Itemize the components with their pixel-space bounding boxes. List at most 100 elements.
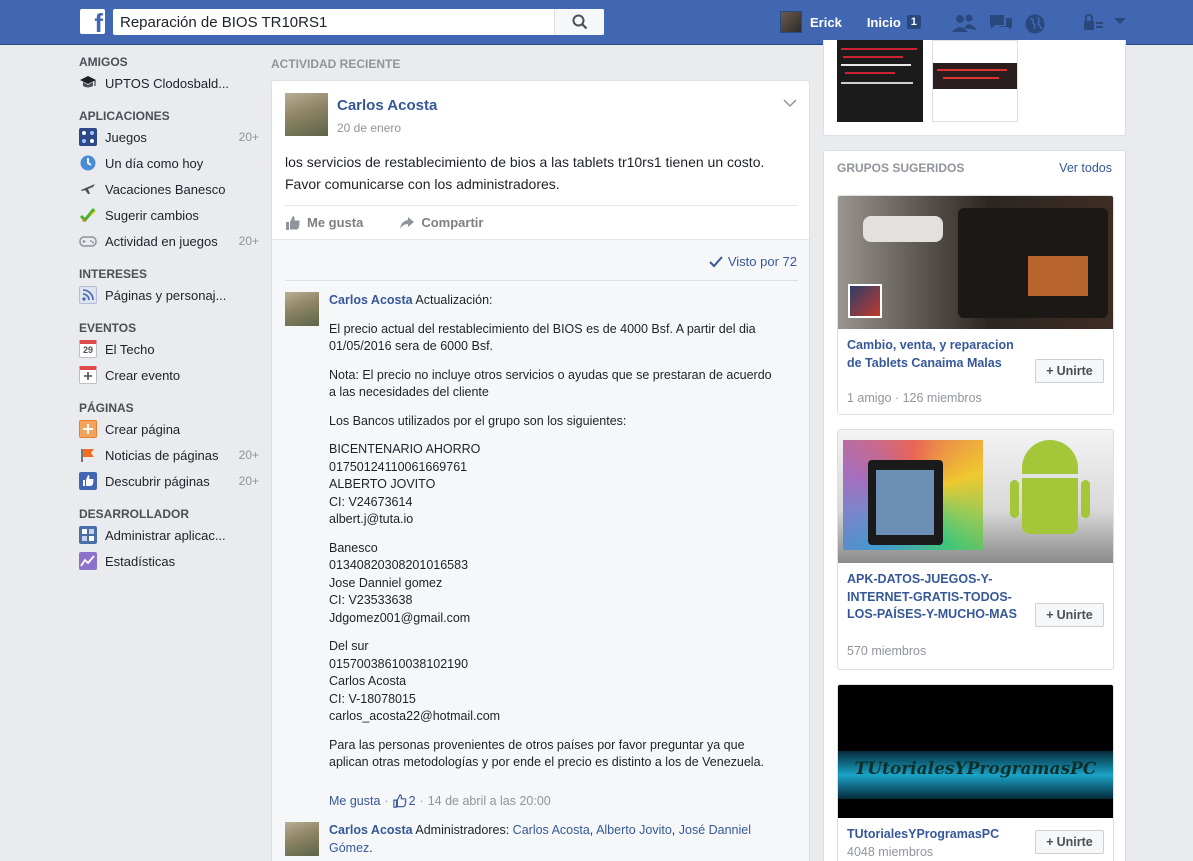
sidebar-item-label: Descubrir páginas: [105, 473, 210, 489]
group-cover-image[interactable]: TUtorialesYProgramasPC: [838, 685, 1113, 818]
clock-history-icon: [79, 154, 97, 172]
comment: Carlos Acosta Actualización: El precio a…: [329, 292, 779, 783]
privacy-lock-icon[interactable]: [1083, 13, 1105, 33]
see-all-link[interactable]: Ver todos: [1059, 161, 1112, 175]
sidebar-item-insights[interactable]: Estadísticas: [79, 548, 259, 574]
sidebar-item-games[interactable]: Juegos 20+: [79, 124, 259, 150]
join-label: Unirte: [1056, 364, 1093, 378]
sidebar-item-label: Juegos: [105, 129, 147, 145]
like-button[interactable]: Me gusta: [285, 215, 363, 231]
admin-link[interactable]: Alberto Jovito: [596, 823, 672, 837]
gamepad-icon: [79, 232, 97, 250]
group-name-link[interactable]: TUtorialesYProgramasPC: [847, 826, 1017, 844]
comment: Carlos Acosta Administradores: Carlos Ac…: [329, 823, 752, 855]
sidebar-item-vacaciones-banesco[interactable]: Vacaciones Banesco: [79, 176, 259, 202]
sidebar-item-create-page[interactable]: Crear página: [79, 416, 259, 442]
sidebar-item-label: Administrar aplicac...: [105, 527, 226, 543]
join-label: Unirte: [1056, 835, 1093, 849]
group-cover-image[interactable]: [838, 430, 1113, 563]
seen-by-label: Visto por 72: [727, 254, 797, 269]
sidebar-item-manage-apps[interactable]: Administrar aplicac...: [79, 522, 259, 548]
sidebar-item-count: 20+: [238, 448, 259, 462]
join-group-button[interactable]: + Unirte: [1035, 603, 1104, 627]
messages-icon[interactable]: [988, 13, 1014, 33]
comment-like-button[interactable]: Me gusta: [329, 794, 380, 808]
suggested-groups-card: GRUPOS SUGERIDOS Ver todos Cambio, venta…: [823, 150, 1126, 861]
bank-info-block: Del sur 01570038610038102190 Carlos Acos…: [329, 638, 779, 726]
sidebar-header-events: EVENTOS: [79, 321, 137, 335]
share-arrow-icon: [400, 216, 415, 229]
games-icon: [79, 128, 97, 146]
bank-id: CI: V24673614: [329, 494, 413, 509]
thumbs-up-icon: [286, 215, 300, 230]
checkmark-icon: [709, 255, 723, 267]
notifications-globe-icon[interactable]: [1024, 13, 1046, 35]
comment-author-avatar[interactable]: [285, 822, 319, 856]
sidebar-item-pages-feed[interactable]: Noticias de páginas 20+: [79, 442, 259, 468]
join-group-button[interactable]: + Unirte: [1035, 830, 1104, 854]
comment-author-name[interactable]: Carlos Acosta: [329, 823, 413, 837]
comment-paragraph: El precio actual del restablecimiento de…: [329, 321, 756, 354]
comment-timestamp[interactable]: 14 de abril a las 20:00: [428, 794, 551, 808]
group-name-link[interactable]: Cambio, venta, y reparacion de Tablets C…: [847, 337, 1017, 372]
sidebar-header-developer: DESARROLLADOR: [79, 507, 189, 521]
comment-like-count[interactable]: 2: [409, 794, 416, 808]
comment-paragraph: Para las personas provenientes de otros …: [329, 737, 764, 770]
bank-account: 01340820308201016583: [329, 558, 469, 572]
user-avatar[interactable]: [780, 11, 802, 33]
rss-feed-icon: [79, 286, 97, 304]
sidebar-item-label: UPTOS Clodosbald...: [105, 75, 230, 91]
sidebar-item-uptos[interactable]: UPTOS Clodosbald...: [79, 70, 259, 96]
suggested-group: Cambio, venta, y reparacion de Tablets C…: [837, 195, 1114, 415]
post-author-name[interactable]: Carlos Acosta: [337, 97, 437, 114]
comment-paragraph: Los Bancos utilizados por el grupo son l…: [329, 413, 627, 428]
comment-author-name[interactable]: Carlos Acosta: [329, 293, 413, 307]
sidebar-item-label: El Techo: [105, 341, 155, 357]
sidebar-item-suggest-edits[interactable]: Sugerir cambios: [79, 202, 259, 228]
friend-requests-icon[interactable]: [951, 13, 977, 33]
post-author-avatar[interactable]: [285, 93, 328, 136]
join-group-button[interactable]: + Unirte: [1035, 359, 1104, 383]
thumbs-up-icon: [79, 472, 97, 490]
sidebar-item-game-activity[interactable]: Actividad en juegos 20+: [79, 228, 259, 254]
sidebar-header-interests: INTERESES: [79, 267, 148, 281]
share-button[interactable]: Compartir: [399, 215, 483, 230]
user-name-link[interactable]: Erick: [810, 15, 842, 30]
sidebar-item-on-this-day[interactable]: Un día como hoy: [79, 150, 259, 176]
sidebar-item-el-techo[interactable]: 29 El Techo: [79, 336, 259, 362]
search-button[interactable]: [554, 9, 604, 35]
sidebar-item-label: Actividad en juegos: [105, 233, 218, 249]
comment-author-avatar[interactable]: [285, 292, 319, 326]
graduation-cap-icon: [79, 74, 97, 92]
bank-holder: Jose Danniel gomez: [329, 575, 443, 590]
photos-card: [823, 40, 1126, 136]
sidebar-item-count: 20+: [238, 234, 259, 248]
bank-account: 01750124110061669761: [329, 459, 468, 474]
sidebar-item-label: Vacaciones Banesco: [105, 181, 226, 197]
suggested-groups-title: GRUPOS SUGERIDOS: [837, 161, 965, 175]
sidebar-item-pages-feeds[interactable]: Páginas y personaj...: [79, 282, 259, 308]
account-menu-chevron-icon[interactable]: [1113, 16, 1127, 26]
sidebar-item-create-event[interactable]: Crear evento: [79, 362, 259, 388]
like-label: Me gusta: [307, 215, 364, 230]
post-actions-bar: Me gusta Compartir: [285, 205, 798, 239]
post-date[interactable]: 20 de enero: [337, 121, 401, 135]
photo-thumbnail[interactable]: [837, 40, 923, 122]
group-cover-image[interactable]: [838, 196, 1113, 329]
admin-link[interactable]: Carlos Acosta: [513, 823, 590, 837]
suggested-group: TUtorialesYProgramasPC TUtorialesYProgra…: [837, 684, 1114, 861]
sidebar-item-label: Sugerir cambios: [105, 207, 199, 223]
photo-thumbnail[interactable]: [932, 40, 1018, 122]
home-link[interactable]: Inicio: [867, 15, 901, 30]
sidebar-item-label: Noticias de páginas: [105, 447, 219, 463]
group-member-count: 4048 miembros: [847, 845, 934, 859]
facebook-logo[interactable]: f: [80, 9, 105, 36]
seen-by-link[interactable]: Visto por 72: [709, 254, 797, 269]
search-input[interactable]: [113, 10, 554, 34]
search-icon: [572, 14, 587, 30]
sidebar-item-discover-pages[interactable]: Descubrir páginas 20+: [79, 468, 259, 494]
plus-icon: +: [1046, 364, 1054, 378]
comments-area: Visto por 72 Carlos Acosta Actualización…: [272, 239, 809, 861]
group-name-link[interactable]: APK-DATOS-JUEGOS-Y-INTERNET-GRATIS-TODOS…: [847, 571, 1017, 624]
post-options-chevron-icon[interactable]: [783, 95, 797, 111]
